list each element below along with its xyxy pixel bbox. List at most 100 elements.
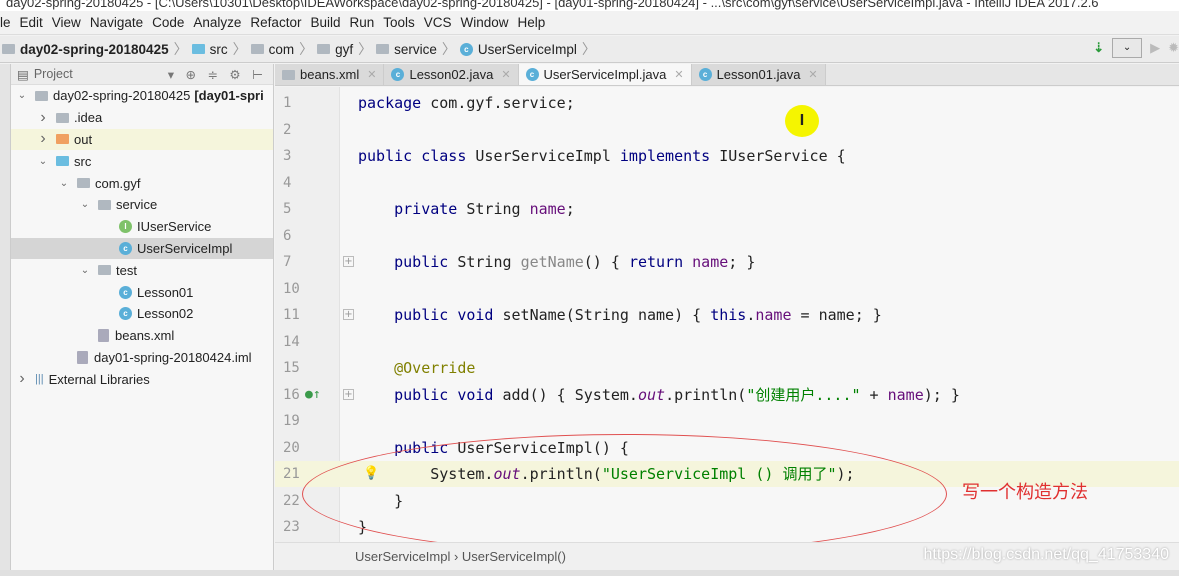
tree-item[interactable]: ⌄ service (11, 194, 273, 216)
line-number: 7 (283, 254, 292, 270)
menu-item-run[interactable]: Run (349, 15, 374, 30)
close-tab-icon[interactable]: ✕ (674, 68, 683, 81)
code-line[interactable]: 16 + ●↑ public void add() { System.out.pri… (275, 382, 1179, 408)
menu-item-vcs[interactable]: VCS (424, 15, 452, 30)
menu-item-refactor[interactable]: Refactor (250, 15, 301, 30)
breadcrumb-item[interactable]: com 〉 (250, 39, 314, 59)
chevron-right-icon[interactable]: › (36, 130, 50, 148)
chevron-right-icon[interactable]: › (36, 109, 50, 127)
mouse-cursor-highlight: I (785, 105, 819, 137)
tree-item[interactable]: c Lesson02 (11, 303, 273, 325)
tree-item-label: External Libraries (48, 371, 150, 387)
tree-item[interactable]: ⌄ day02-spring-20180425 [day01-spri (11, 85, 273, 107)
tree-item[interactable]: day01-spring-20180424.iml (11, 347, 273, 369)
implements-method-icon[interactable]: ●↑ (305, 382, 321, 408)
menu-item-tools[interactable]: Tools (383, 15, 415, 30)
package-icon (98, 265, 111, 276)
xml-file-icon (282, 69, 295, 80)
run-config-dropdown[interactable]: ⌄ (1112, 38, 1143, 58)
menu-item-navigate[interactable]: Navigate (90, 15, 143, 30)
menu-item-window[interactable]: Window (461, 15, 509, 30)
code-token: name (692, 253, 729, 271)
tree-item[interactable]: ⌄ com.gyf (11, 172, 273, 194)
code-line[interactable]: 14 (275, 329, 1179, 355)
tree-item[interactable]: I IUserService (11, 216, 273, 238)
breadcrumb-label: com (268, 41, 295, 57)
run-icon[interactable]: ▶ (1150, 40, 1160, 56)
fold-expand-icon[interactable]: + (343, 256, 354, 267)
code-token: IUserService { (719, 147, 846, 165)
chevron-down-icon[interactable]: ⌄ (78, 265, 92, 276)
breadcrumb-item[interactable]: service 〉 (376, 39, 456, 59)
chevron-right-icon[interactable]: › (15, 370, 29, 388)
code-line[interactable]: 3 public class UserServiceImpl implements… (275, 143, 1179, 169)
code-line[interactable]: 7 + public String getName() { return name… (275, 249, 1179, 275)
menu-bar: ile Edit View Navigate Code Analyze Refactor Bu… (0, 11, 1179, 35)
tab-lesson02-java[interactable]: c Lesson02.java ✕ (384, 64, 519, 85)
project-tools-icons[interactable]: ▾ ⊕ ≑ ⚙ ⊢ (168, 67, 267, 82)
menu-item-code[interactable]: Code (152, 15, 184, 30)
tree-item[interactable]: › ||| External Libraries (11, 368, 273, 390)
tree-item-label: src (74, 153, 92, 169)
tree-item-label: day01-spring-20180424.iml (94, 349, 252, 365)
code-line[interactable]: 11 + public void setName(String name) { t… (275, 302, 1179, 328)
tree-item[interactable]: c UserServiceImpl (11, 237, 273, 260)
chevron-down-icon[interactable]: ⌄ (36, 156, 50, 167)
tree-item[interactable]: › out (11, 128, 273, 151)
fold-expand-icon[interactable]: + (343, 309, 354, 320)
tree-item[interactable]: › .idea (11, 107, 273, 129)
code-token: package (358, 94, 431, 112)
menu-item-view[interactable]: View (52, 15, 81, 30)
code-line[interactable]: 19 (275, 408, 1179, 434)
code-line[interactable]: 4 (275, 170, 1179, 196)
folder-icon (2, 44, 15, 54)
code-line[interactable]: 2 (275, 117, 1179, 143)
debug-icon[interactable]: ✹ (1168, 40, 1179, 56)
menu-item-ile[interactable]: ile (0, 15, 11, 30)
breadcrumb-item[interactable]: day02-spring-20180425 〉 (2, 39, 188, 59)
code-line[interactable]: 5 private String name; (275, 196, 1179, 222)
line-number: 23 (283, 519, 300, 535)
tree-item-label: IUserService (137, 219, 212, 235)
code-token: out (637, 385, 666, 404)
project-icon: ▤ (17, 67, 29, 82)
menu-item-analyze[interactable]: Analyze (193, 15, 241, 30)
tab-userserviceimpl-java[interactable]: c UserServiceImpl.java ✕ (518, 64, 692, 85)
tree-item[interactable]: ⌄ test (11, 259, 273, 281)
breadcrumb-item[interactable]: src 〉 (191, 39, 247, 59)
breadcrumb-item[interactable]: c UserServiceImpl 〉 (459, 39, 596, 59)
chevron-down-icon[interactable]: ⌄ (78, 199, 92, 210)
code-line[interactable]: 1 package com.gyf.service; (275, 90, 1179, 116)
code-token: ); } (923, 385, 960, 404)
tree-item-label: out (74, 131, 93, 147)
tree-item[interactable]: ⌄ src (11, 150, 273, 172)
interface-icon: I (119, 220, 132, 234)
chevron-right-icon: 〉 (299, 41, 314, 57)
tree-item-label: UserServiceImpl (137, 240, 233, 256)
close-tab-icon[interactable]: ✕ (367, 68, 376, 81)
vcs-update-icon[interactable]: ⇣ (1093, 40, 1104, 56)
close-tab-icon[interactable]: ✕ (501, 68, 510, 81)
tree-item[interactable]: c Lesson01 (11, 281, 273, 303)
tab-beans-xml[interactable]: beans.xml ✕ (275, 64, 385, 85)
menu-item-edit[interactable]: Edit (20, 15, 43, 30)
folder-icon (376, 44, 390, 54)
chevron-right-icon: 〉 (232, 41, 247, 57)
fold-expand-icon[interactable]: + (343, 388, 354, 400)
menu-item-help[interactable]: Help (518, 15, 546, 30)
chevron-down-icon[interactable]: ⌄ (15, 90, 29, 101)
close-tab-icon[interactable]: ✕ (808, 68, 817, 81)
code-line[interactable]: 6 (275, 223, 1179, 249)
chevron-down-icon[interactable]: ⌄ (57, 178, 71, 189)
line-number: 6 (283, 227, 292, 244)
menu-item-build[interactable]: Build (310, 15, 340, 30)
window-title: day02-spring-20180425 - [C:\Users\10301\… (0, 0, 1179, 11)
code-line[interactable]: 10 (275, 276, 1179, 302)
tab-lesson01-java[interactable]: c Lesson01.java ✕ (691, 64, 826, 85)
tree-item[interactable]: beans.xml (11, 325, 273, 347)
code-line[interactable]: 15 @Override (275, 355, 1179, 381)
breadcrumb-item[interactable]: gyf 〉 (317, 39, 372, 59)
class-icon: c (119, 285, 132, 299)
code-token: getName (520, 253, 584, 271)
line-number: 19 (283, 413, 300, 429)
